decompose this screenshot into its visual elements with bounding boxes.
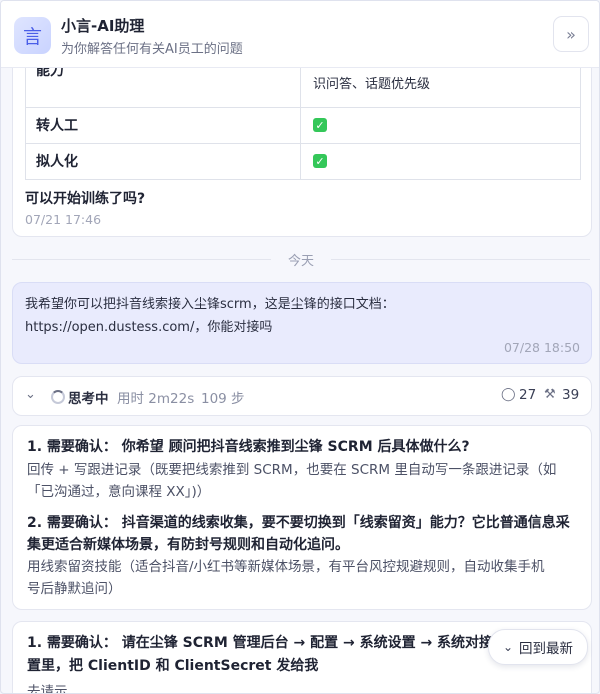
user-message-line-1: 我希望你可以把抖音线索接入尘锋scrm，这是尘锋的接口文档：	[25, 297, 395, 312]
confirm-item-2-line-1: 用线索留资技能（适合抖音/小红书等新媒体场景，有平台风控规避规则，自动收集手机	[27, 559, 545, 575]
previous-message-card: 能力 沿用：试听邀约、信息采集、打消疑虑、知 识问答、话题优先级 转人工 ✓ 拟…	[12, 51, 592, 237]
confirm-item-partial-line: 去请示	[27, 684, 68, 694]
loading-spinner-icon	[51, 390, 65, 404]
wrench-icon: ⚒	[544, 387, 556, 402]
user-message-bubble: 我希望你可以把抖音线索接入尘锋scrm，这是尘锋的接口文档： https://o…	[12, 282, 592, 364]
confirm-item-1-line-2: 「已沟通过，意向课程 XX」)）	[27, 484, 211, 500]
table-row: 转人工 ✓	[25, 107, 581, 144]
message-timestamp: 07/28 18:50	[503, 340, 580, 355]
assistant-answer-card: 1. 需要确认： 你希望 顾问把抖音线索推到尘锋 SCRM 后具体做什么? 回传…	[12, 425, 592, 610]
confirm-item-1-title: 1. 需要确认： 你希望 顾问把抖音线索推到尘锋 SCRM 后具体做什么?	[27, 439, 470, 455]
user-message-text: 我希望你可以把抖音线索接入尘锋scrm，这是尘锋的接口文档： https://o…	[25, 293, 579, 339]
assistant-avatar: 言	[14, 17, 51, 54]
table-cell-value: ✓	[301, 143, 580, 179]
idea-count: 27	[519, 387, 537, 403]
confirm-item-1-line-1: 回传 + 写跟进记录（既要把线索推到 SCRM，也要在 SCRM 里自动写一条跟…	[27, 462, 557, 478]
question-text: 可以开始训练了吗?	[25, 191, 146, 207]
date-divider-label: 今天	[271, 250, 331, 269]
tool-call-count: 39	[562, 387, 580, 403]
user-message-line-2: https://open.dustess.com/，你能对接吗	[25, 320, 273, 335]
confirm-item-2-title-line-2: 集更适合新媒体场景，有防封号规则和自动化追问。	[27, 537, 349, 553]
thinking-duration: 用时 2m22s	[117, 391, 195, 407]
capability-line-2: 识问答、话题优先级	[313, 77, 431, 92]
chat-window: 能力 沿用：试听邀约、信息采集、打消疑虑、知 识问答、话题优先级 转人工 ✓ 拟…	[0, 0, 600, 694]
confirm-item-2-line-2: 号后静默追问）	[27, 581, 122, 597]
thinking-status-bar[interactable]: ⌄ 思考中 用时 2m22s 109 步 ◯ 27 ⚒ 39	[12, 376, 592, 416]
assistant-description: 为你解答任何有关AI员工的问题	[61, 42, 243, 57]
back-to-latest-button[interactable]: ⌄ 回到最新	[488, 629, 588, 665]
thinking-steps: 109 步	[201, 391, 245, 407]
confirm-item-2-title-line-1: 2. 需要确认： 抖音渠道的线索收集，要不要切换到「线索留资」能力？它比普通信息…	[27, 515, 570, 531]
chat-header: 言 小言-AI助理 为你解答任何有关AI员工的问题 »	[1, 1, 599, 68]
table-cell-value: ✓	[301, 107, 580, 143]
double-chevron-right-icon: »	[566, 24, 576, 44]
check-mark-icon: ✓	[313, 118, 327, 132]
check-mark-icon: ✓	[313, 154, 327, 168]
chevron-down-icon: ⌄	[502, 640, 514, 654]
table-cell-label: 拟人化	[26, 143, 301, 179]
expand-panel-button[interactable]: »	[553, 16, 589, 52]
chevron-down-icon[interactable]: ⌄	[25, 387, 36, 402]
table-row: 拟人化 ✓	[25, 143, 581, 180]
lightbulb-icon: ◯	[501, 387, 516, 402]
table-cell-label: 转人工	[26, 107, 301, 143]
back-to-latest-label: 回到最新	[519, 641, 574, 657]
message-timestamp: 07/21 17:46	[25, 212, 102, 227]
thinking-label: 思考中	[68, 391, 109, 407]
assistant-name: 小言-AI助理	[61, 17, 145, 35]
